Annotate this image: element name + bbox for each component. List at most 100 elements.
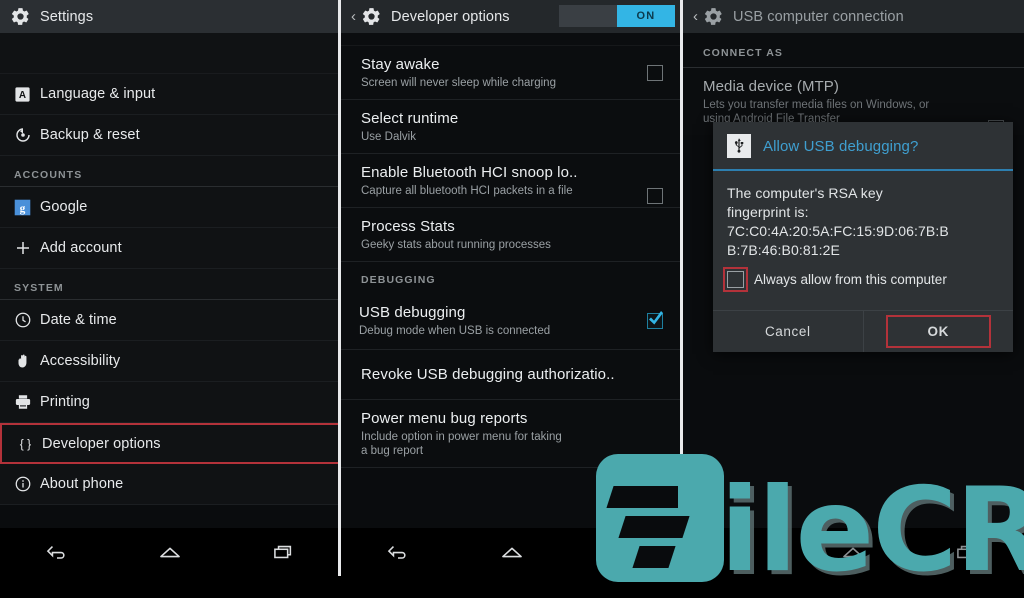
dialog-body: The computer's RSA key fingerprint is: 7… — [713, 171, 1013, 296]
panel-divider-1 — [338, 0, 341, 576]
usb-icon — [727, 134, 751, 158]
dialog-body-line-2: fingerprint is: — [727, 204, 809, 220]
dev-row-revoke-usb-authorizations[interactable]: Revoke USB debugging authorizatio.. — [341, 350, 683, 400]
sidebar-item-label: Google — [40, 199, 88, 215]
sidebar-item-label: Backup & reset — [40, 127, 140, 143]
developer-options-actionbar: ‹ Developer options ON — [341, 0, 683, 33]
settings-partial-row — [0, 33, 341, 74]
dialog-rsa-fingerprint-line-1: 7C:C0:4A:20:5A:FC:15:9D:06:7B:B — [727, 223, 949, 239]
dialog-title: Allow USB debugging? — [763, 137, 919, 155]
gear-icon — [703, 6, 724, 27]
checkbox-always-allow[interactable] — [723, 267, 748, 292]
ok-button[interactable]: OK — [864, 311, 1014, 352]
row-title: Enable Bluetooth HCI snoop lo.. — [361, 164, 578, 181]
sidebar-item-developer-options[interactable]: { } Developer options — [0, 423, 341, 464]
toggle-track — [559, 5, 617, 27]
sidebar-item-language-input[interactable]: A Language & input — [0, 74, 341, 115]
sidebar-item-printing[interactable]: Printing — [0, 382, 341, 423]
checkbox-usb-debugging[interactable] — [647, 312, 663, 329]
dialog-rsa-fingerprint-line-2: B:7B:46:B0:81:2E — [727, 242, 840, 258]
plus-icon — [14, 239, 40, 257]
dev-row-select-runtime[interactable]: Select runtime Use Dalvik — [341, 100, 683, 154]
svg-text:{ }: { } — [20, 437, 31, 451]
sidebar-item-backup-reset[interactable]: Backup & reset — [0, 115, 341, 156]
developer-options-master-toggle[interactable]: ON — [559, 5, 675, 27]
settings-actionbar: Settings — [0, 0, 341, 33]
developer-options-list: Stay awake Screen will never sleep while… — [341, 33, 683, 468]
filecr-logo-mark-icon — [596, 454, 724, 582]
toggle-on-label: ON — [617, 5, 675, 27]
back-icon[interactable] — [376, 537, 420, 567]
row-title: Media device (MTP) — [703, 78, 840, 95]
google-icon: g — [14, 199, 40, 216]
navigation-bar-left — [0, 528, 341, 576]
ok-button-label: OK — [927, 324, 949, 339]
gear-icon — [361, 6, 382, 27]
sidebar-item-label: Date & time — [40, 312, 117, 328]
checkbox-always-allow-label: Always allow from this computer — [754, 272, 947, 287]
accessibility-icon — [14, 352, 40, 370]
section-header-debugging: DEBUGGING — [361, 274, 436, 286]
backup-icon — [14, 126, 40, 144]
language-icon: A — [14, 86, 40, 103]
filecr-watermark: ileCR — [596, 454, 1024, 598]
svg-text:A: A — [19, 90, 26, 101]
back-chevron-icon[interactable]: ‹ — [693, 9, 702, 24]
row-title: Select runtime — [361, 110, 459, 127]
usb-connection-list: CONNECT AS Media device (MTP) Lets you t… — [683, 33, 1024, 136]
sidebar-item-google[interactable]: g Google — [0, 187, 341, 228]
row-subtitle: Capture all bluetooth HCI packets in a f… — [361, 185, 573, 197]
sidebar-item-label: Printing — [40, 394, 90, 410]
settings-title: Settings — [40, 8, 94, 25]
dialog-buttons: Cancel OK — [713, 310, 1013, 352]
row-subtitle: Use Dalvik — [361, 131, 416, 143]
sidebar-item-label: About phone — [40, 476, 124, 492]
sidebar-item-label: Developer options — [42, 435, 161, 452]
sidebar-item-label: Add account — [40, 240, 122, 256]
cancel-button[interactable]: Cancel — [713, 311, 864, 352]
logo-bar-2 — [618, 516, 690, 538]
home-icon[interactable] — [148, 537, 192, 567]
row-title: Revoke USB debugging authorizatio.. — [361, 366, 615, 383]
svg-text:g: g — [20, 202, 26, 214]
row-subtitle: Screen will never sleep while charging — [361, 77, 556, 89]
recents-icon[interactable] — [262, 537, 306, 567]
sidebar-item-label: Language & input — [40, 86, 156, 102]
section-header-system: SYSTEM — [0, 269, 341, 300]
sidebar-item-accessibility[interactable]: Accessibility — [0, 341, 341, 382]
logo-bar-3 — [632, 546, 676, 568]
row-title: Process Stats — [361, 218, 455, 235]
sidebar-item-label: Accessibility — [40, 353, 121, 369]
dialog-body-line-1: The computer's RSA key — [727, 185, 883, 201]
checkbox-bluetooth-hci-snoop[interactable] — [647, 188, 663, 204]
home-icon[interactable] — [490, 537, 534, 567]
section-header-connect-as: CONNECT AS — [683, 33, 1024, 68]
dev-row-stay-awake[interactable]: Stay awake Screen will never sleep while… — [341, 46, 683, 100]
row-title: USB debugging — [359, 304, 466, 321]
usb-connection-actionbar: ‹ USB computer connection — [683, 0, 1024, 33]
dev-row-process-stats[interactable]: Process Stats Geeky stats about running … — [341, 208, 683, 262]
sidebar-item-add-account[interactable]: Add account — [0, 228, 341, 269]
usb-connection-title: USB computer connection — [733, 8, 904, 25]
row-title: Power menu bug reports — [361, 410, 528, 427]
dev-row-bluetooth-hci-snoop[interactable]: Enable Bluetooth HCI snoop lo.. Capture … — [341, 154, 683, 208]
dev-partial-row — [341, 33, 683, 46]
checkbox-stay-awake[interactable] — [647, 64, 663, 81]
screenshot-root: Settings A Language & input Backup & res… — [0, 0, 1024, 588]
row-subtitle: Debug mode when USB is connected — [359, 325, 551, 337]
clock-icon — [14, 311, 40, 329]
back-icon[interactable] — [35, 537, 79, 567]
filecr-watermark-text: ileCR — [720, 462, 1024, 598]
section-header-accounts: ACCOUNTS — [0, 156, 341, 187]
developer-options-title: Developer options — [391, 8, 510, 25]
sidebar-item-date-time[interactable]: Date & time — [0, 300, 341, 341]
dialog-always-allow-row[interactable]: Always allow from this computer — [723, 267, 999, 292]
row-subtitle: Geeky stats about running processes — [361, 239, 551, 251]
braces-icon: { } — [16, 435, 42, 452]
sidebar-item-about-phone[interactable]: About phone — [0, 464, 341, 505]
info-icon — [14, 475, 40, 493]
dev-row-usb-debugging[interactable]: USB debugging Debug mode when USB is con… — [341, 292, 683, 350]
back-chevron-icon[interactable]: ‹ — [351, 9, 360, 24]
allow-usb-debugging-dialog: Allow USB debugging? The computer's RSA … — [713, 122, 1013, 352]
settings-panel: Settings A Language & input Backup & res… — [0, 0, 341, 576]
